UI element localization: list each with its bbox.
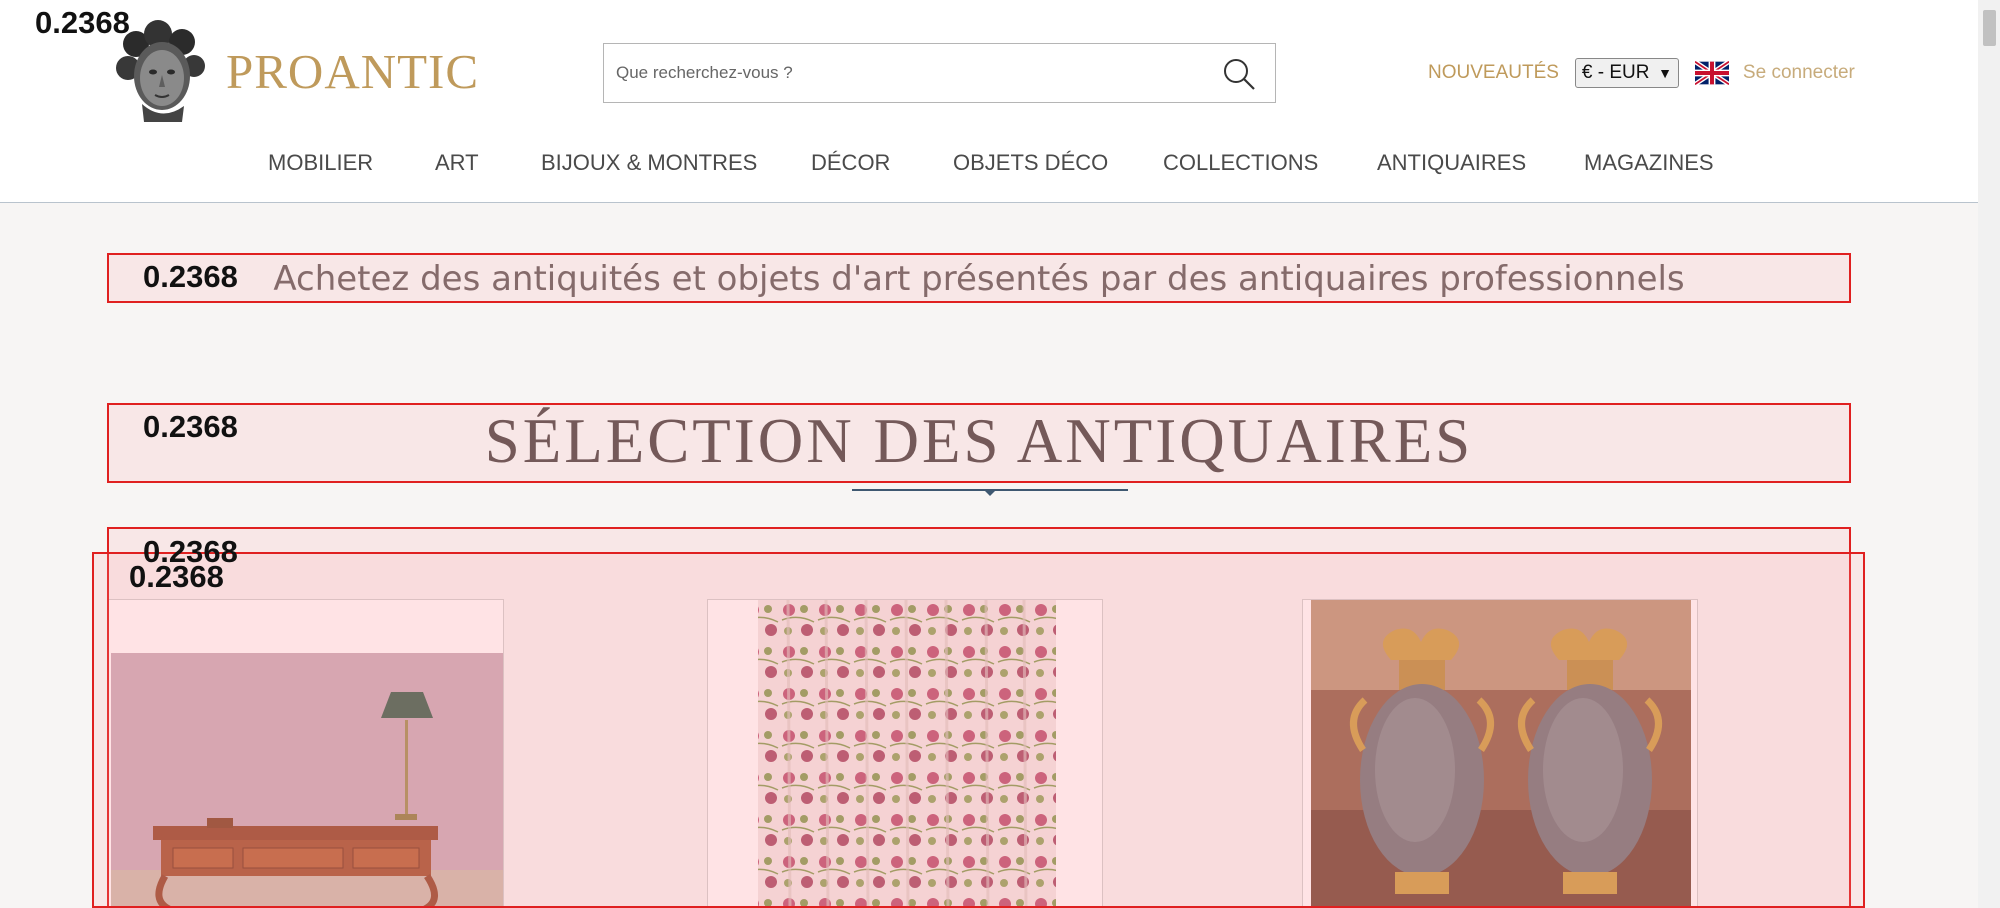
title-divider-arrow — [983, 489, 997, 496]
nav-item-collections[interactable]: COLLECTIONS — [1163, 150, 1318, 176]
nav-item-decor[interactable]: DÉCOR — [811, 150, 890, 176]
detection-score: 0.2368 — [143, 409, 238, 444]
nav-item-antiquaires[interactable]: ANTIQUAIRES — [1377, 150, 1526, 176]
nav-item-magazines[interactable]: MAGAZINES — [1584, 150, 1714, 176]
nav-item-objets-deco[interactable]: OBJETS DÉCO — [953, 150, 1108, 176]
currency-value: € - EUR — [1581, 62, 1650, 83]
nouveautes-link[interactable]: NOUVEAUTÉS — [1428, 62, 1559, 84]
search-icon[interactable] — [1221, 56, 1257, 92]
search-box — [603, 43, 1276, 103]
cards-bbox — [92, 552, 1865, 908]
search-input[interactable] — [616, 44, 1196, 102]
detection-score: 0.2368 — [35, 5, 130, 40]
uk-flag-icon[interactable] — [1694, 61, 1729, 85]
chevron-down-icon: ▼ — [1658, 65, 1672, 81]
tagline-bbox — [107, 253, 1851, 303]
login-link[interactable]: Se connecter — [1743, 62, 1855, 84]
scrollbar-thumb[interactable] — [1983, 10, 1996, 46]
detection-score: 0.2368 — [129, 559, 224, 594]
header-actions: NOUVEAUTÉS € - EUR ▼ Se connecter — [1428, 56, 1855, 90]
logo-text: PROANTIC — [226, 43, 480, 99]
currency-select[interactable]: € - EUR ▼ — [1574, 58, 1679, 88]
main-nav: MOBILIER ART BIJOUX & MONTRES DÉCOR OBJE… — [0, 143, 1978, 183]
site-header: PROANTIC NOUVEAUTÉS € - EUR ▼ Se connect… — [0, 0, 1978, 203]
logo[interactable]: PROANTIC — [112, 20, 479, 122]
vertical-scrollbar[interactable] — [1978, 0, 2000, 908]
nav-item-bijoux-montres[interactable]: BIJOUX & MONTRES — [541, 150, 757, 176]
title-bbox — [107, 403, 1851, 483]
detection-score: 0.2368 — [143, 259, 238, 294]
nav-item-art[interactable]: ART — [435, 150, 479, 176]
nav-item-mobilier[interactable]: MOBILIER — [268, 150, 373, 176]
